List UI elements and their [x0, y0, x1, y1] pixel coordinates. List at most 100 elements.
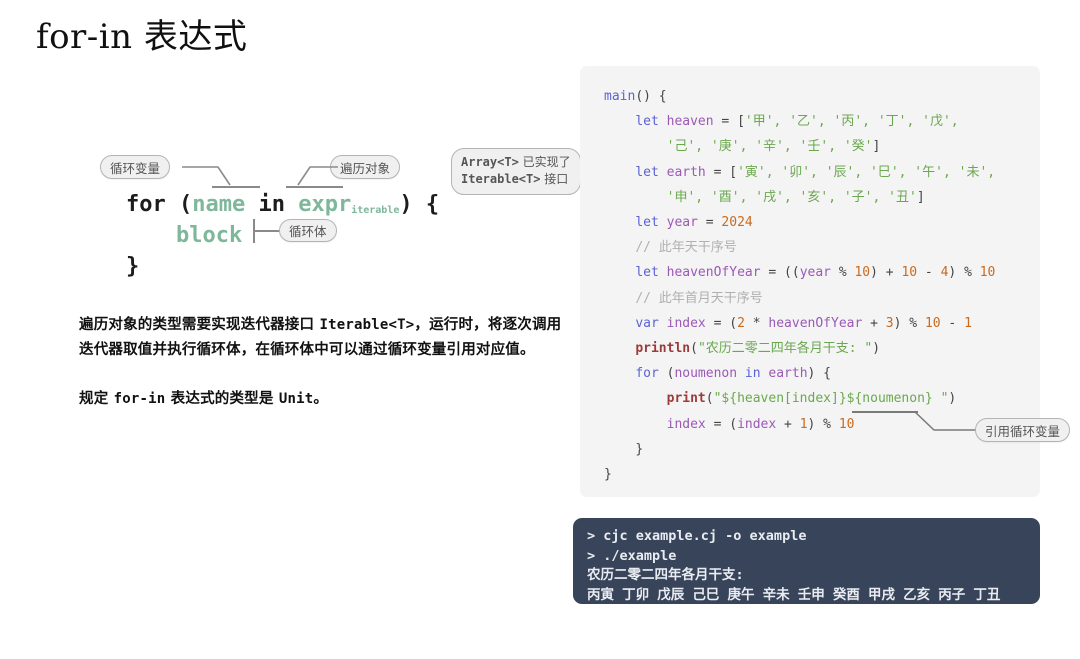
code-line: } [604, 467, 612, 482]
code-line: for (noumenon in earth) { [604, 366, 831, 381]
code-token: = (( [760, 265, 800, 281]
code-token: index [666, 315, 706, 331]
code-token: } [604, 467, 612, 483]
syntax-line-3: } [126, 254, 140, 279]
code-token: let [635, 265, 667, 281]
code-token: heavenOfYear [666, 265, 761, 281]
code-token: ] [916, 189, 925, 205]
p1-part-a: 遍历对象的类型需要实现迭代器接口 [79, 317, 320, 333]
paragraph-unit-type: 规定 for-in 表达式的类型是 Unit。 [79, 387, 569, 412]
code-token: 10 [854, 265, 871, 281]
terminal-panel: > cjc example.cj -o example > ./example … [573, 518, 1040, 604]
code-token: for [635, 366, 667, 382]
code-token: + [862, 315, 886, 331]
code-line: let heaven = ['甲', '乙', '丙', '丁', '戊', [604, 114, 959, 130]
callout-line-2: Iterable<T> 接口 [461, 171, 571, 188]
code-token: = [ [705, 164, 738, 180]
code-token: in [737, 366, 769, 382]
code-token: index [666, 416, 706, 432]
underline-name [212, 186, 260, 188]
code-token: - [917, 265, 941, 281]
code-line: print("${heaven[index]}${noumenon} ") [604, 391, 957, 407]
code-token: = [ [713, 114, 745, 130]
syntax-token-expr: expr [298, 192, 352, 217]
syntax-keyword-in: in [245, 192, 299, 217]
code-line: var index = (2 * heavenOfYear + 3) % 10 … [604, 316, 972, 331]
code-token: = ( [705, 315, 738, 331]
code-token: 10 [838, 416, 855, 432]
code-token: ] [872, 139, 881, 155]
code-token: heavenOfYear [768, 315, 863, 331]
syntax-token-block: block [176, 223, 243, 248]
p2-code-unit: Unit [278, 391, 314, 407]
code-line: let earth = ['寅', '卯', '辰', '巳', '午', '未… [604, 165, 995, 180]
code-token: index [737, 416, 777, 432]
code-token: '申', '酉', '戌', '亥', '子', '丑' [666, 189, 917, 205]
slide-canvas: for-in 表达式 循环变量 遍历对象 for (name in exprit… [0, 0, 1080, 659]
code-token: '寅', '卯', '辰', '巳', '午', '未', [737, 164, 996, 180]
callout-line-1: Array<T> 已实现了 [461, 154, 571, 171]
code-line: let year = 2024 [604, 215, 753, 231]
code-line: '申', '酉', '戌', '亥', '子', '丑'] [604, 190, 925, 205]
label-reference-loop-variable: 引用循环变量 [975, 418, 1071, 442]
code-token: earth [666, 164, 706, 180]
code-token: 2024 [721, 215, 753, 231]
code-token: heaven [666, 114, 714, 130]
code-token: - [940, 315, 965, 331]
terminal-command-2: > ./example [587, 547, 677, 564]
code-token: let [635, 215, 667, 231]
code-token: let [635, 114, 667, 130]
underline-expr [286, 186, 343, 188]
code-token: "农历二零二四年各月干支: " [697, 341, 873, 357]
code-token: year [799, 265, 831, 281]
code-token: var [635, 315, 667, 331]
connector-loop-body-line [253, 230, 281, 232]
code-token: * [744, 315, 769, 331]
code-token: ) [872, 341, 881, 357]
terminal-command-1: > cjc example.cj -o example [587, 528, 807, 544]
code-line: let heavenOfYear = ((year % 10) + 10 - 4… [604, 265, 995, 280]
syntax-token-expr-subscript: iterable [351, 204, 400, 216]
code-token: 10 [979, 265, 996, 281]
code-token: '己', '庚', '辛', '壬', '癸' [666, 139, 873, 155]
code-token: ) + [870, 265, 902, 281]
code-token: 1 [799, 416, 808, 432]
syntax-token-name: name [192, 192, 246, 217]
code-token: 10 [924, 315, 941, 331]
code-token: ) % [807, 416, 839, 432]
code-line: // 此年天干序号 [604, 240, 737, 256]
p2-part-a: 规定 [79, 391, 114, 407]
code-token: "${heaven[index]}${noumenon} " [713, 391, 949, 407]
callout-code-iterable: Iterable<T> [461, 172, 541, 186]
syntax-line-1: for (name in expriterable) { [126, 192, 439, 217]
terminal-output-2: 丙寅 丁卯 戊辰 己巳 庚午 辛未 壬申 癸酉 甲戌 乙亥 丙子 丁丑 [587, 586, 1001, 603]
callout-code-array: Array<T> [461, 155, 519, 169]
code-token: 10 [901, 265, 918, 281]
code-token: ) % [893, 315, 925, 331]
code-token: 1 [964, 315, 972, 331]
code-token: ) [948, 391, 957, 407]
code-token: 2 [737, 315, 745, 331]
code-token: } [635, 441, 644, 457]
p2-code-forin: for-in [113, 391, 166, 407]
code-token: ( [705, 391, 714, 407]
code-token: // 此年天干序号 [635, 240, 737, 256]
page-title: for-in 表达式 [36, 17, 248, 57]
code-line: main() { [604, 89, 667, 104]
code-token: ( [690, 341, 698, 357]
code-token: '甲', '乙', '丙', '丁', '戊', [744, 114, 959, 130]
code-token: print [666, 391, 706, 407]
syntax-keyword-for: for ( [126, 192, 193, 217]
code-token: = [697, 215, 722, 231]
callout-text-2: 接口 [540, 172, 569, 186]
code-token: // 此年首月天干序号 [635, 290, 763, 306]
code-token: = ( [705, 416, 738, 432]
p1-code-iterable: Iterable<T> [319, 317, 415, 333]
callout-array-implements-iterable: Array<T> 已实现了 Iterable<T> 接口 [451, 148, 581, 195]
p2-part-c: 。 [313, 391, 329, 407]
callout-text-1: 已实现了 [518, 155, 571, 169]
code-token: % [831, 265, 855, 281]
connector-code-annotation [913, 411, 980, 431]
code-token: println [635, 341, 691, 357]
code-token: ) % [948, 265, 980, 281]
